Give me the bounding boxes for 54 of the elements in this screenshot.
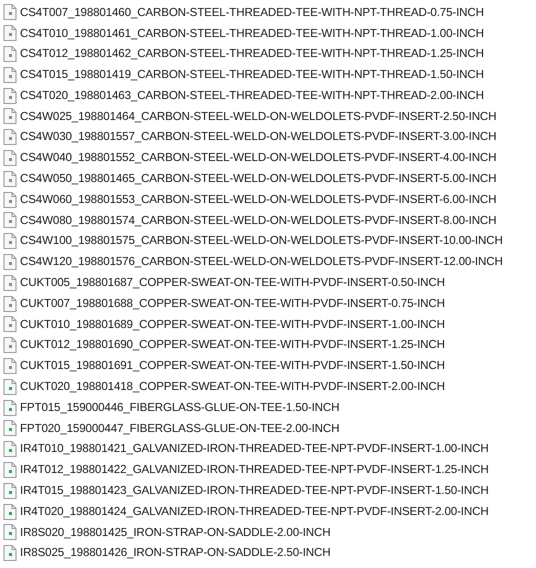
file-name[interactable]: IR4T015_198801423_GALVANIZED-IRON-THREADED-TEE-NPT-PVDF-INSERT-1.50-INCH (20, 482, 489, 500)
file-icon (3, 66, 17, 83)
file-name[interactable]: CS4W060_198801553_CARBON-STEEL-WELD-ON-WELDOLETS-PVDF-INSERT-6.00-INCH (20, 190, 496, 208)
file-icon (3, 482, 17, 499)
file-icon (3, 108, 17, 124)
file-name[interactable]: CS4T007_198801460_CARBON-STEEL-THREADED-TEE-WITH-NPT-THREAD-0.75-INCH (20, 4, 484, 22)
file-icon (3, 254, 17, 270)
file-name[interactable]: FPT020_159000447_FIBERGLASS-GLUE-ON-TEE-2.00-INCH (20, 420, 340, 438)
file-name[interactable]: CS4W040_198801552_CARBON-STEEL-WELD-ON-WELDOLETS-PVDF-INSERT-4.00-INCH (20, 149, 496, 167)
file-name[interactable]: CS4W100_198801575_CARBON-STEEL-WELD-ON-WELDOLETS-PVDF-INSERT-10.00-INCH (20, 232, 503, 250)
file-name[interactable]: CS4W050_198801465_CARBON-STEEL-WELD-ON-WELDOLETS-PVDF-INSERT-5.00-INCH (20, 170, 496, 188)
file-name[interactable]: CUKT010_198801689_COPPER-SWEAT-ON-TEE-WITH-PVDF-INSERT-1.00-INCH (20, 316, 445, 334)
file-name[interactable]: CS4W025_198801464_CARBON-STEEL-WELD-ON-WELDOLETS-PVDF-INSERT-2.50-INCH (20, 108, 496, 126)
file-icon (3, 274, 17, 291)
file-icon (3, 441, 17, 458)
file-icon (3, 170, 17, 187)
file-name[interactable]: IR4T012_198801422_GALVANIZED-IRON-THREADED-TEE-NPT-PVDF-INSERT-1.25-INCH (20, 461, 489, 479)
file-name[interactable]: IR4T020_198801424_GALVANIZED-IRON-THREADED-TEE-NPT-PVDF-INSERT-2.00-INCH (20, 502, 489, 520)
file-name[interactable]: CUKT005_198801687_COPPER-SWEAT-ON-TEE-WITH-PVDF-INSERT-0.50-INCH (20, 274, 445, 292)
file-name[interactable]: CUKT012_198801690_COPPER-SWEAT-ON-TEE-WITH-PVDF-INSERT-1.25-INCH (20, 336, 445, 354)
file-name[interactable]: CS4T010_198801461_CARBON-STEEL-THREADED-TEE-WITH-NPT-THREAD-1.00-INCH (20, 24, 484, 42)
file-icon (3, 4, 17, 20)
file-icon (3, 524, 17, 540)
file-name[interactable]: CS4W030_198801557_CARBON-STEEL-WELD-ON-WELDOLETS-PVDF-INSERT-3.00-INCH (20, 128, 496, 146)
file-icon (3, 400, 17, 416)
file-name[interactable]: IR4T010_198801421_GALVANIZED-IRON-THREADED-TEE-NPT-PVDF-INSERT-1.00-INCH (20, 440, 489, 458)
file-icon (3, 420, 17, 436)
file-icon (3, 296, 17, 312)
file-name[interactable]: IR8S025_198801426_IRON-STRAP-ON-SADDLE-2.50-INCH (20, 544, 330, 562)
file-icon (3, 545, 17, 562)
file-name[interactable]: CUKT020_198801418_COPPER-SWEAT-ON-TEE-WITH-PVDF-INSERT-2.00-INCH (20, 378, 445, 396)
file-icon (3, 233, 17, 250)
file-name[interactable]: CUKT015_198801691_COPPER-SWEAT-ON-TEE-WITH-PVDF-INSERT-1.50-INCH (20, 357, 445, 375)
file-name[interactable]: CS4T020_198801463_CARBON-STEEL-THREADED-TEE-WITH-NPT-THREAD-2.00-INCH (20, 86, 484, 104)
file-name[interactable]: CS4T015_198801419_CARBON-STEEL-THREADED-TEE-WITH-NPT-THREAD-1.50-INCH (20, 66, 484, 84)
file-icon (3, 462, 17, 478)
file-icon (3, 192, 17, 208)
file-icon (3, 504, 17, 520)
file-icon (3, 337, 17, 354)
file-icon (3, 129, 17, 146)
file-name[interactable]: IR8S020_198801425_IRON-STRAP-ON-SADDLE-2.00-INCH (20, 524, 330, 542)
file-name[interactable]: FPT015_159000446_FIBERGLASS-GLUE-ON-TEE-1.50-INCH (20, 398, 340, 416)
file-icon (3, 358, 17, 374)
file-icon (3, 316, 17, 332)
file-icon (3, 88, 17, 104)
file-name[interactable]: CS4T012_198801462_CARBON-STEEL-THREADED-TEE-WITH-NPT-THREAD-1.25-INCH (20, 45, 484, 63)
file-icon (3, 46, 17, 62)
file-icon (3, 150, 17, 166)
file-icon (3, 25, 17, 42)
file-name[interactable]: CS4W120_198801576_CARBON-STEEL-WELD-ON-WELDOLETS-PVDF-INSERT-12.00-INCH (20, 253, 503, 271)
file-icon (3, 212, 17, 228)
file-name[interactable]: CS4W080_198801574_CARBON-STEEL-WELD-ON-WELDOLETS-PVDF-INSERT-8.00-INCH (20, 212, 496, 230)
file-icon (3, 378, 17, 395)
file-name[interactable]: CUKT007_198801688_COPPER-SWEAT-ON-TEE-WITH-PVDF-INSERT-0.75-INCH (20, 294, 445, 312)
